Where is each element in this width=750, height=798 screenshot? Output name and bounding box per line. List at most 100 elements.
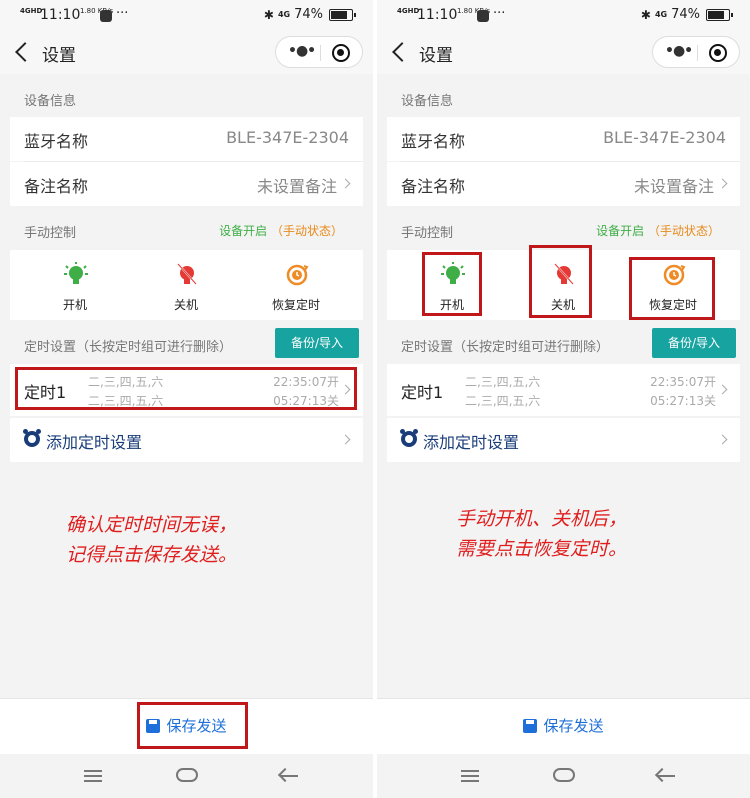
timer-on-time: 22:35:07开 xyxy=(650,375,716,389)
note-name-row[interactable]: 备注名称 未设置备注 xyxy=(387,162,740,206)
note-name-row[interactable]: 备注名称 未设置备注 xyxy=(10,162,363,206)
capsule-divider xyxy=(320,45,321,61)
recent-apps-icon[interactable] xyxy=(84,770,102,782)
capsule-divider xyxy=(697,45,698,61)
power-off-label: 关机 xyxy=(173,298,198,312)
signal-label: 4G xyxy=(277,10,291,19)
manual-status: 设备开启 （手动状态） xyxy=(596,222,720,239)
home-icon[interactable] xyxy=(176,768,198,782)
timer-days-on: 二,三,四,五,六 xyxy=(465,375,541,389)
device-info-title: 设备信息 xyxy=(24,94,77,109)
phone-screen-right: 4GHD 11:10 1.80 KB/s ··· ✱ 4G 74% 设置 •●•… xyxy=(377,0,750,798)
manual-control-title: 手动控制 xyxy=(401,226,454,241)
timer-name: 定时1 xyxy=(401,383,444,402)
device-info-title: 设备信息 xyxy=(401,94,454,109)
timer-days-off: 二,三,四,五,六 xyxy=(465,394,541,408)
close-mini-program-icon[interactable] xyxy=(332,44,350,62)
battery-percent: 74% xyxy=(671,7,700,22)
device-on-status: 设备开启 xyxy=(219,224,268,238)
add-timer-label: 添加定时设置 xyxy=(423,433,520,452)
system-back-icon[interactable] xyxy=(280,775,298,777)
backup-import-button[interactable]: 备份/导入 xyxy=(652,328,736,358)
highlight-box xyxy=(629,257,715,320)
save-send-button[interactable]: 保存发送 xyxy=(377,715,750,736)
note-name-label: 备注名称 xyxy=(401,177,466,196)
bluetooth-name-value: BLE-347E-2304 xyxy=(603,128,726,147)
lightbulb-on-icon xyxy=(64,262,88,284)
close-mini-program-icon[interactable] xyxy=(709,44,727,62)
annotation-text: 确认定时时间无误， 记得点击保存发送。 xyxy=(66,510,237,570)
bluetooth-icon: ✱ xyxy=(263,7,274,22)
recent-apps-icon[interactable] xyxy=(461,770,479,782)
add-timer-label: 添加定时设置 xyxy=(46,433,143,452)
timer-settings-title: 定时设置（长按定时组可进行删除） xyxy=(401,340,610,355)
signal-label: 4G xyxy=(654,10,668,19)
mini-program-capsule: •●• xyxy=(275,36,363,68)
bluetooth-name-label: 蓝牙名称 xyxy=(24,132,89,151)
floppy-disk-icon xyxy=(523,719,538,733)
system-nav-bar xyxy=(377,754,750,798)
timer-settings-title: 定时设置（长按定时组可进行删除） xyxy=(24,340,233,355)
restore-timer-button[interactable]: 恢复定时 xyxy=(251,250,341,320)
save-send-label: 保存发送 xyxy=(543,717,604,735)
bluetooth-name-label: 蓝牙名称 xyxy=(401,132,466,151)
power-off-button[interactable]: 关机 xyxy=(141,250,231,320)
status-bar: 4GHD 11:10 1.80 KB/s ··· ✱ 4G 74% xyxy=(377,0,750,32)
back-arrow-icon[interactable] xyxy=(392,42,412,62)
manual-mode-status: （手动状态） xyxy=(270,224,343,238)
alarm-clock-face xyxy=(405,435,413,443)
alarm-clock-face xyxy=(28,435,36,443)
annotation-line: 记得点击保存发送。 xyxy=(66,544,238,566)
add-timer-row[interactable]: 添加定时设置 xyxy=(387,418,740,462)
add-timer-row[interactable]: 添加定时设置 xyxy=(10,418,363,462)
network-indicator: 4GHD xyxy=(397,7,420,15)
chevron-right-icon xyxy=(340,434,351,445)
annotation-line: 确认定时时间无误， xyxy=(66,514,238,536)
restore-clock-icon xyxy=(286,264,309,286)
bluetooth-name-value: BLE-347E-2304 xyxy=(226,128,349,147)
bluetooth-name-row: 蓝牙名称 BLE-347E-2304 xyxy=(10,117,363,161)
annotation-line: 需要点击恢复定时。 xyxy=(456,538,628,560)
highlight-box xyxy=(137,702,248,749)
battery-icon xyxy=(329,8,356,21)
system-nav-bar xyxy=(0,754,373,798)
battery-icon xyxy=(706,8,733,21)
home-icon[interactable] xyxy=(553,768,575,782)
manual-controls: 开机 关机 恢复定时 xyxy=(10,250,363,320)
manual-control-title: 手动控制 xyxy=(24,226,77,241)
note-name-value: 未设置备注 xyxy=(256,177,337,196)
backup-import-button[interactable]: 备份/导入 xyxy=(275,328,359,358)
battery-percent: 74% xyxy=(294,7,323,22)
note-name-label: 备注名称 xyxy=(24,177,89,196)
lightbulb-off-icon xyxy=(177,263,197,285)
highlight-box xyxy=(422,252,482,316)
bluetooth-name-row: 蓝牙名称 BLE-347E-2304 xyxy=(387,117,740,161)
annotation-line: 手动开机、关机后， xyxy=(456,508,628,530)
timer-row[interactable]: 定时1 二,三,四,五,六 二,三,四,五,六 22:35:07开 05:27:… xyxy=(387,364,740,416)
more-menu-button[interactable]: •●• xyxy=(665,43,693,59)
back-arrow-icon[interactable] xyxy=(15,42,35,62)
bluetooth-icon: ✱ xyxy=(640,7,651,22)
power-on-label: 开机 xyxy=(62,298,87,312)
mini-program-capsule: •●• xyxy=(652,36,740,68)
more-menu-button[interactable]: •●• xyxy=(288,43,316,59)
restore-timer-label: 恢复定时 xyxy=(271,298,320,312)
highlight-box xyxy=(529,245,592,318)
app-notification-icon xyxy=(477,10,489,22)
chevron-right-icon xyxy=(717,384,728,395)
page-title: 设置 xyxy=(419,46,453,66)
page-title: 设置 xyxy=(42,46,76,66)
device-on-status: 设备开启 xyxy=(596,224,645,238)
chevron-right-icon xyxy=(717,434,728,445)
app-notification-icon xyxy=(100,10,112,22)
status-time: 11:10 xyxy=(417,7,458,23)
system-back-icon[interactable] xyxy=(657,775,675,777)
phone-screen-left: 4GHD 11:10 1.80 KB/s ··· ✱ 4G 74% 设置 •●•… xyxy=(0,0,373,798)
chevron-right-icon xyxy=(340,178,351,189)
power-on-button[interactable]: 开机 xyxy=(30,250,120,320)
annotation-text: 手动开机、关机后， 需要点击恢复定时。 xyxy=(456,504,627,564)
manual-mode-status: （手动状态） xyxy=(647,224,720,238)
note-name-value: 未设置备注 xyxy=(633,177,714,196)
bottom-bar: 保存发送 xyxy=(377,698,750,754)
nav-bar: 设置 •●• xyxy=(377,32,750,74)
